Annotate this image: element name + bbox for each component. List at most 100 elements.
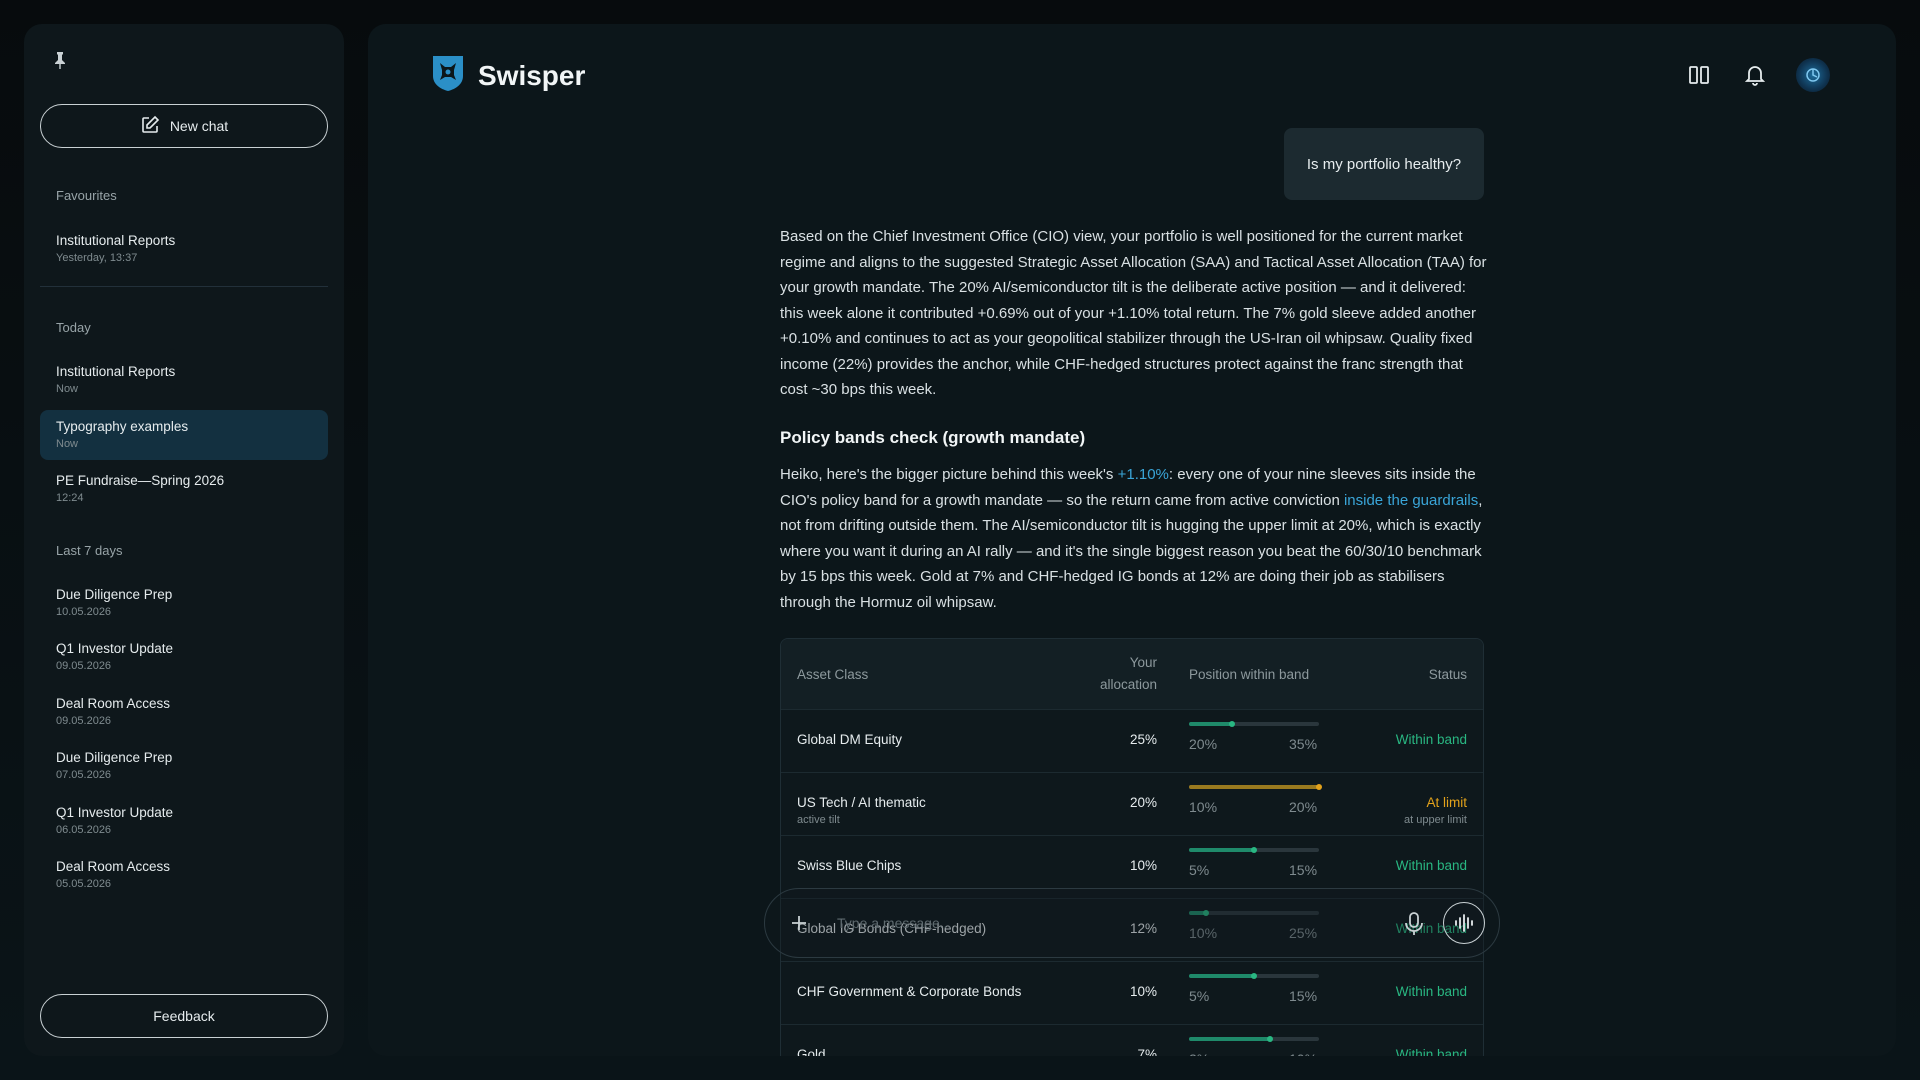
band-position-fill [1189,722,1232,726]
chat-item-title: Due Diligence Prep [56,587,173,602]
guardrails-link[interactable]: inside the guardrails [1344,492,1478,509]
answer-heading: Policy bands check (growth mandate) [780,427,1086,447]
top-toolbar [1684,58,1830,92]
chat-item-title: PE Fundraise—Spring 2026 [56,473,225,488]
band-lower-limit: 20% [1189,736,1218,752]
new-chat-label: New chat [169,118,229,134]
chat-item-time: Now [56,438,79,450]
compose-icon [140,115,160,138]
header-position-within-band: Position within band [1189,667,1310,682]
chat-item[interactable]: Q1 Investor Update 09.05.2026 [40,632,328,682]
band-lower-limit: 2% [1189,1051,1209,1056]
sidebar-divider [40,286,328,287]
table-row: US Tech / AI thematic active tilt 20% 10% 20… [781,772,1483,835]
brand: Swisper [430,54,585,97]
allocation-value: 10% [1129,984,1157,999]
allocation-value: 10% [1129,858,1157,873]
chat-item-time: Yesterday, 13:37 [56,252,138,264]
chat-item[interactable]: Due Diligence Prep 07.05.2026 [40,741,328,791]
answer-text: Heiko, here's the bigger picture behind … [780,466,1118,483]
band-upper-limit: 15% [1289,988,1318,1004]
message-composer[interactable]: Type a message... [764,888,1500,958]
band-upper-limit: 35% [1289,736,1318,752]
band-position-fill [1189,1037,1270,1041]
asset-class-name: Global DM Equity [797,732,903,747]
voice-mode-icon[interactable] [1443,902,1485,944]
today-heading: Today [56,320,91,335]
band-position-bar [1189,784,1322,790]
chat-item-time: 09.05.2026 [56,660,112,672]
band-position-marker [1251,973,1257,979]
status-badge: Within band [1395,858,1467,873]
band-position-bar [1189,1036,1319,1042]
chat-item-title: Typography examples [56,419,189,434]
band-lower-limit: 5% [1189,862,1210,878]
band-position-bar [1189,973,1319,979]
chat-item-time: 07.05.2026 [56,769,112,781]
chat-item-title: Institutional Reports [56,364,176,379]
split-view-icon[interactable] [1684,60,1714,90]
chat-item[interactable]: Institutional Reports Now [40,355,328,405]
status-badge: At limit [1426,795,1468,810]
chat-item-title: Deal Room Access [56,859,171,874]
table-row: Global DM Equity 25% 20% 35% Within band [781,709,1483,772]
table-body: Global DM Equity 25% 20% 35% Within band US T… [781,709,1483,1056]
band-position-marker [1316,784,1322,790]
header-allocation-line1: Your [1129,655,1157,670]
answer-paragraph-1: Based on the Chief Investment Office (CI… [780,228,1487,398]
pin-icon[interactable] [50,50,70,70]
status-badge: Within band [1395,1047,1467,1056]
band-position-bar [1189,721,1319,727]
chat-item-title: Institutional Reports [56,233,176,248]
return-link[interactable]: +1.10% [1118,466,1169,483]
band-position-marker [1266,1036,1273,1042]
allocation-value: 7% [1137,1047,1157,1056]
chat-item-time: 05.05.2026 [56,878,112,890]
table-header: Asset Class Your allocation Position wit… [781,639,1483,709]
sidebar: New chat Favourites Institutional Report… [24,24,344,1056]
allocation-value: 20% [1129,795,1157,810]
chat-item[interactable]: Q1 Investor Update 06.05.2026 [40,796,328,846]
bell-icon[interactable] [1740,60,1770,90]
composer-placeholder[interactable]: Type a message... [837,915,951,931]
band-upper-limit: 10% [1289,1051,1317,1056]
new-chat-button[interactable]: New chat [40,104,328,148]
allocation-value: 25% [1129,732,1157,747]
plus-icon[interactable] [787,911,811,935]
band-position-fill [1189,974,1254,978]
chat-item[interactable]: Deal Room Access 09.05.2026 [40,687,328,737]
asset-class-name: US Tech / AI thematic [797,795,926,810]
band-lower-limit: 5% [1189,988,1210,1004]
asset-class-name: CHF Government & Corporate Bonds [797,984,1022,999]
chat-item-time: 06.05.2026 [56,824,112,836]
band-position-fill [1189,785,1319,789]
header-status: Status [1428,667,1467,682]
status-badge: Within band [1395,984,1467,999]
chat-item-time: 10.05.2026 [56,606,112,618]
answer-paragraph-2: Heiko, here's the bigger picture behind … [780,462,1490,615]
favourites-heading: Favourites [56,188,117,203]
microphone-icon[interactable] [1403,911,1425,937]
asset-class-name: Swiss Blue Chips [797,858,902,873]
header-allocation-line2: allocation [1099,677,1157,692]
chat-item[interactable]: Deal Room Access 05.05.2026 [40,850,328,900]
chat-item[interactable]: PE Fundraise—Spring 2026 12:24 [40,464,328,514]
status-badge: Within band [1395,732,1467,747]
last-7-days-heading: Last 7 days [56,543,123,558]
band-position-marker [1228,721,1235,727]
favourite-item[interactable]: Institutional Reports Yesterday, 13:37 [40,224,328,274]
band-upper-limit: 20% [1289,799,1318,815]
chat-item-time: Now [56,383,79,395]
asset-class-name: Gold [797,1047,826,1056]
chat-item[interactable]: Due Diligence Prep 10.05.2026 [40,578,328,628]
chat-item-time: 09.05.2026 [56,715,112,727]
table-row: Gold 7% 2% 10% Within band [781,1024,1483,1056]
header-asset-class: Asset Class [797,667,869,682]
avatar[interactable] [1796,58,1830,92]
chat-item-active[interactable]: Typography examples Now [40,410,328,460]
feedback-button[interactable]: Feedback [40,994,328,1038]
band-lower-limit: 10% [1189,799,1218,815]
chat-item-title: Deal Room Access [56,696,171,711]
chat-item-title: Q1 Investor Update [56,641,174,656]
band-position-bar [1189,847,1319,853]
